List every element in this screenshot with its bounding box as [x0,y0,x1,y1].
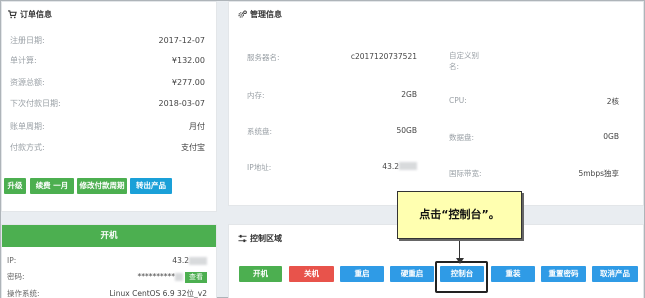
memory-value: 2GB [401,90,417,99]
view-password-button[interactable]: 查看 [185,272,207,283]
order-row-register-date: 注册日期: 2017-12-07 [10,36,205,45]
order-row-total: 资源总额: ¥277.00 [10,78,205,87]
power-password-value: ********** [137,272,176,281]
power-ip-value: 43.2 [172,256,189,265]
order-info-panel: 订单信息 注册日期: 2017-12-07 单计算: ¥132.00 资源总额:… [1,1,217,212]
management-info-panel: 管理信息 服务器名: c2017120737521 内存: 2GB 系统盘: 5… [228,1,644,206]
renew-month-button[interactable]: 续费 一月 [30,178,74,194]
order-row-billing-cycle: 账单周期: 月付 [10,122,205,131]
bandwidth-label: 国际带宽: [449,169,482,178]
order-row-payment-method: 付款方式: 支付宝 [10,143,205,152]
password-redaction [175,273,183,281]
cancel-product-button[interactable]: 取消产品 [592,266,638,282]
server-name-label: 服务器名: [247,53,280,62]
console-highlight-box [435,261,488,293]
data-disk-value: 0GB [603,132,619,141]
instruction-callout: 点击“控制台”。 [397,191,522,239]
system-disk-value: 50GB [396,126,417,135]
power-ip-row: IP: 43.2 [7,255,207,267]
order-info-title: 订单信息 [8,9,52,20]
reboot-button[interactable]: 重启 [340,266,384,282]
callout-arrow-head [456,258,464,264]
shutdown-button[interactable]: 关机 [289,266,334,282]
cpu-value: 2核 [606,97,619,106]
change-billing-cycle-button[interactable]: 修改付款周期 [77,178,127,194]
power-status-panel: 开机 IP: 43.2 密码: ********** 查看 操作系统: Linux… [1,224,217,298]
gears-icon [238,10,247,18]
memory-label: 内存: [247,91,265,100]
order-row-next-payment: 下次付款日期: 2018-03-07 [10,99,205,108]
custom-alias-label: 自定义别名: [449,51,479,71]
upgrade-button[interactable]: 升级 [4,178,26,194]
power-ip-redaction [189,257,207,265]
data-disk-label: 数据盘: [449,133,475,142]
ip-address-value: 43.2 [382,162,399,171]
power-password-row: 密码: ********** 查看 [7,271,207,283]
transfer-product-button[interactable]: 转出产品 [130,178,172,194]
ip-redaction [399,162,417,170]
hard-reboot-button[interactable]: 硬重启 [390,266,434,282]
sliders-icon [238,234,247,243]
server-name-value: c2017120737521 [350,52,417,61]
reset-password-button[interactable]: 重置密码 [541,266,586,282]
cpu-label: CPU: [449,96,467,105]
ip-address-label: IP地址: [247,163,272,172]
control-area-title: 控制区域 [238,233,282,244]
system-disk-label: 系统盘: [247,127,273,136]
cart-icon [8,10,17,19]
power-status-header: 开机 [2,225,216,247]
power-os-row: 操作系统: Linux CentOS 6.9 32位_v2 [7,289,207,298]
reinstall-button[interactable]: 重装 [491,266,535,282]
management-info-title: 管理信息 [238,9,282,20]
order-row-unit-price: 单计算: ¥132.00 [10,56,205,65]
bandwidth-value: 5mbps独享 [578,169,619,178]
start-button[interactable]: 开机 [239,266,282,282]
